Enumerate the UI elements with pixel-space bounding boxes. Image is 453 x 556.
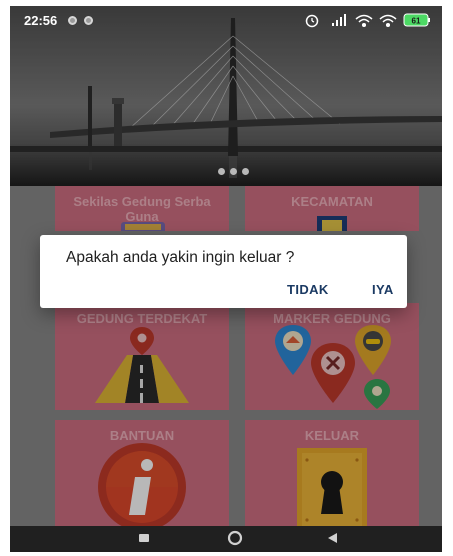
- wifi-icon: [355, 14, 373, 28]
- recents-icon[interactable]: [138, 532, 150, 544]
- phone-screen: 22:56 61 Sekilas Gedung Serba Guna KECAM…: [10, 6, 442, 552]
- alarm-icon: [305, 14, 319, 28]
- home-icon[interactable]: [227, 530, 243, 546]
- status-bar: 22:56 61: [10, 6, 442, 34]
- status-icons: 61: [304, 12, 432, 28]
- navigation-bar: [10, 526, 442, 552]
- no-button[interactable]: TIDAK: [287, 282, 329, 297]
- notification-dot-icon: [68, 16, 77, 25]
- back-icon[interactable]: [326, 532, 338, 544]
- dialog-message: Apakah anda yakin ingin keluar ?: [66, 249, 295, 266]
- yes-button[interactable]: IYA: [372, 282, 394, 297]
- signal-icon: [332, 14, 346, 26]
- battery-level: 61: [412, 17, 421, 26]
- battery-icon: 61: [403, 13, 430, 27]
- exit-confirm-dialog: Apakah anda yakin ingin keluar ? TIDAK I…: [40, 235, 407, 308]
- status-time: 22:56: [24, 13, 58, 28]
- notification-dot-icon: [84, 16, 93, 25]
- wifi-icon: [379, 14, 397, 28]
